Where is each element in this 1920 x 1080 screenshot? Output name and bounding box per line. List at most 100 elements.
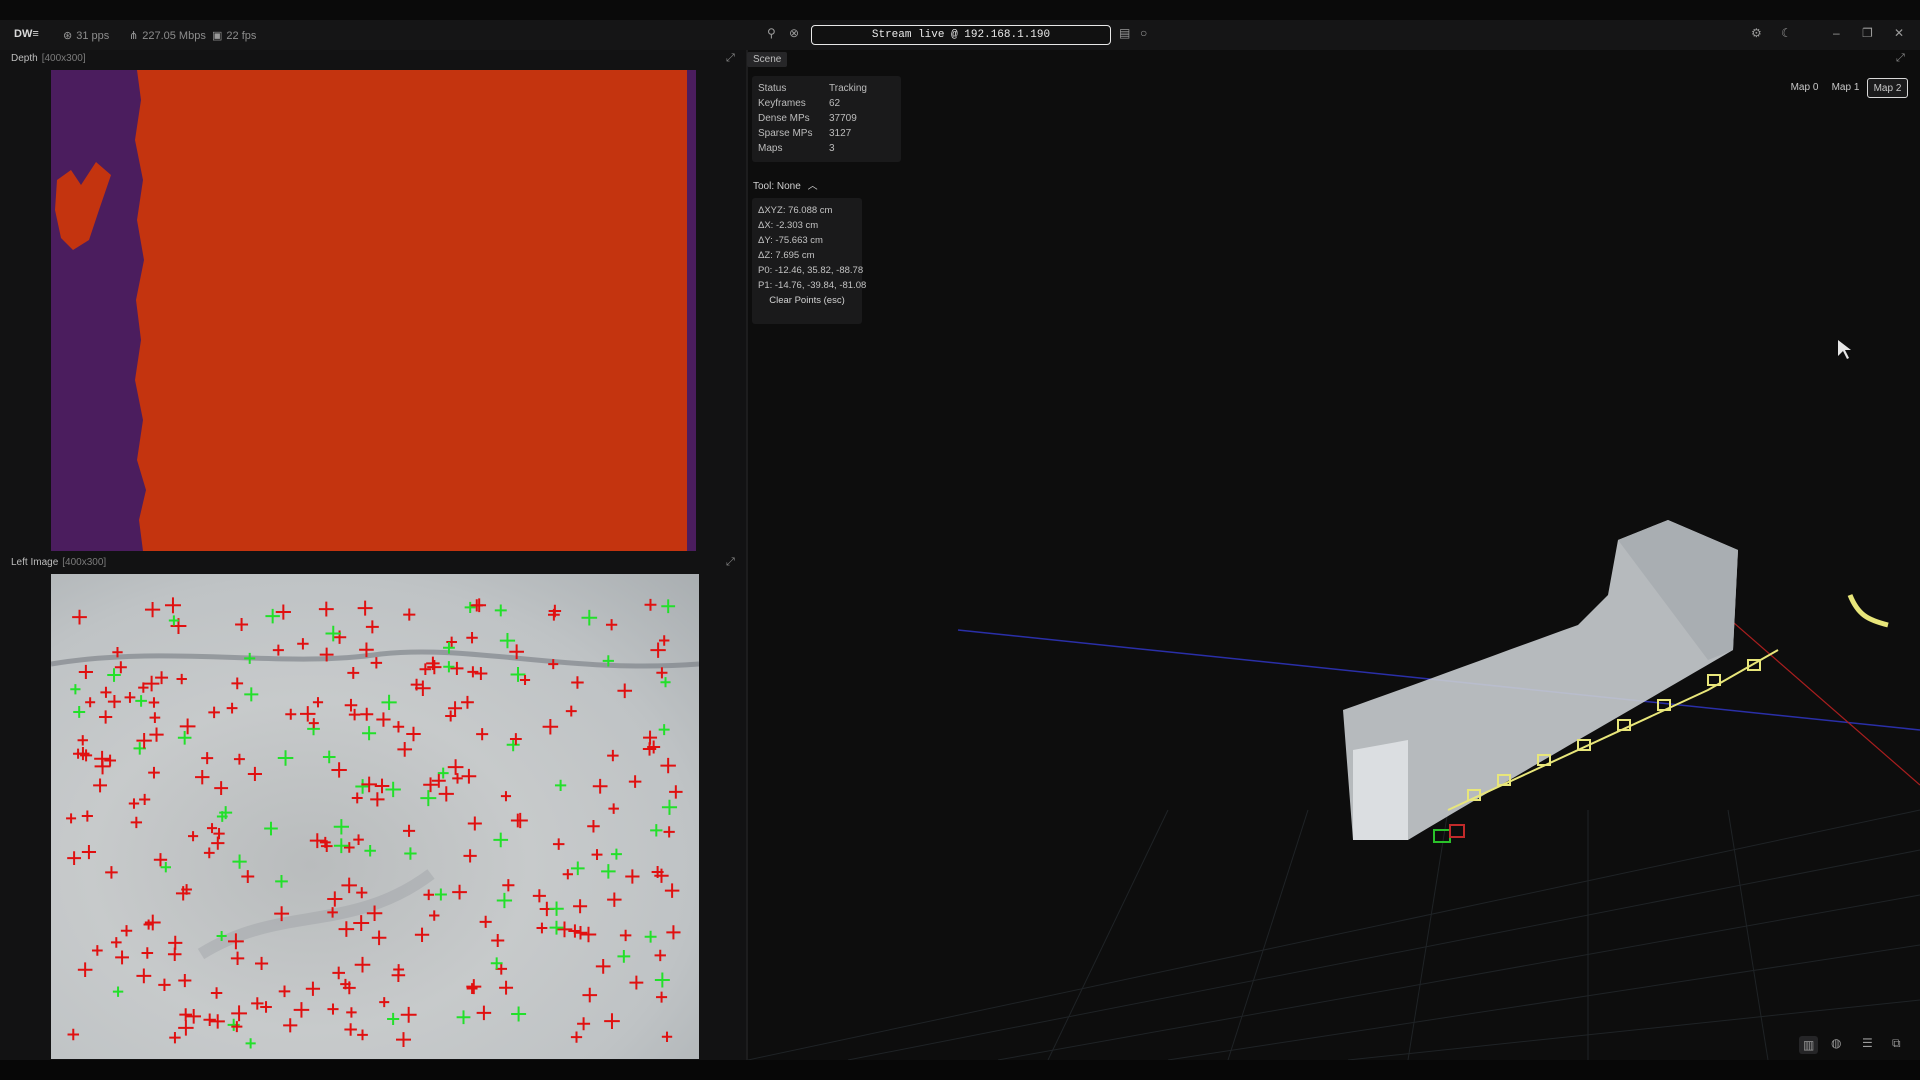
feature-marker — [275, 604, 291, 620]
tab-scene-label: Scene — [753, 54, 782, 65]
feature-marker — [213, 827, 225, 840]
status-label: Status — [758, 83, 787, 94]
camera-icon[interactable]: ⧉ — [1892, 1036, 1901, 1051]
feature-marker — [664, 883, 680, 898]
clear-points-button[interactable]: Clear Points (esc) — [752, 295, 862, 306]
map-view-icon[interactable]: ▥ — [1799, 1036, 1819, 1054]
feature-marker — [278, 985, 291, 998]
feature-marker — [491, 933, 505, 948]
feature-marker — [206, 823, 218, 834]
maps-value: 3 — [829, 143, 835, 154]
feature-marker — [144, 914, 161, 931]
dense-mps-value: 37709 — [829, 113, 857, 124]
feature-marker — [201, 752, 214, 765]
feature-marker — [619, 929, 632, 942]
feature-marker — [580, 926, 597, 943]
feature-marker — [658, 635, 670, 646]
settings-icon[interactable]: ⚙ — [1751, 26, 1762, 40]
stream-address-text: Stream live @ 192.168.1.190 — [871, 29, 1051, 41]
tracked-feature-marker — [610, 848, 622, 860]
feature-marker — [552, 838, 565, 850]
tracked-feature-marker — [420, 790, 437, 807]
layers-icon[interactable]: ☰ — [1862, 1036, 1873, 1050]
feature-marker — [344, 1023, 357, 1036]
status-card: Status Tracking Keyframes 62 Dense MPs 3… — [752, 76, 901, 162]
measurement-card: ΔXYZ: 76.088 cm ΔX: -2.303 cm ΔY: -75.66… — [752, 198, 866, 324]
link-icon[interactable]: ⚲ — [767, 26, 776, 40]
top-toolbar: DW≡ ⊛ 31 pps ⋔ 227.05 Mbps ▣ 22 fps ⚲ ⊗ … — [0, 20, 1920, 50]
tracked-feature-marker — [232, 854, 247, 869]
scene-3d-svg[interactable] — [748, 50, 1920, 1060]
feature-marker — [479, 915, 492, 928]
feature-marker — [402, 824, 416, 837]
delta-z: ΔZ: 7.695 cm — [758, 250, 815, 261]
feature-marker — [148, 697, 160, 708]
feature-marker — [72, 609, 87, 625]
feature-marker — [77, 962, 93, 978]
tool-selector[interactable]: Tool: None ︿ — [753, 177, 818, 192]
feature-marker — [169, 1031, 181, 1044]
delta-x: ΔX: -2.303 cm — [758, 220, 819, 231]
stat-bandwidth: ⋔ 227.05 Mbps — [129, 29, 206, 43]
feature-marker — [423, 889, 435, 901]
tracked-feature-marker — [644, 930, 657, 943]
minimize-icon[interactable]: – — [1833, 26, 1840, 40]
scene-viewport[interactable] — [748, 50, 1920, 1060]
feature-marker — [476, 1005, 492, 1021]
feature-marker — [461, 768, 477, 784]
feature-marker — [587, 819, 600, 833]
map-0-label: Map 0 — [1790, 81, 1819, 93]
feature-marker — [66, 813, 77, 824]
feature-marker — [656, 991, 668, 1003]
tab-scene[interactable]: Scene — [747, 52, 788, 67]
tracked-feature-marker — [404, 847, 417, 860]
stat-pps: ⊛ 31 pps — [63, 29, 109, 43]
feature-marker — [235, 617, 249, 631]
record-icon[interactable]: ○ — [1140, 26, 1147, 40]
close-icon[interactable]: ✕ — [1894, 26, 1904, 40]
feature-marker — [625, 869, 640, 884]
restore-icon[interactable]: ❐ — [1862, 26, 1873, 40]
disconnect-icon[interactable]: ⊗ — [789, 26, 799, 40]
feature-marker — [144, 602, 161, 618]
feature-marker — [466, 631, 478, 644]
feature-marker — [474, 667, 488, 680]
feature-marker — [115, 950, 129, 965]
tracked-feature-marker — [661, 599, 676, 614]
map-0-button[interactable]: Map 0 — [1786, 78, 1823, 96]
depth-panel-size: [400x300] — [41, 53, 86, 64]
depth-map-svg — [51, 70, 696, 551]
feature-marker — [178, 973, 192, 988]
map-1-button[interactable]: Map 1 — [1827, 78, 1864, 96]
feature-marker — [308, 718, 319, 729]
left-image-panel-size: [400x300] — [62, 557, 107, 568]
chevron-up-icon: ︿ — [807, 181, 818, 192]
left-image-panel-title: Left Image — [11, 557, 59, 568]
feature-marker — [338, 921, 355, 937]
feature-marker — [403, 608, 416, 621]
tracked-feature-marker — [617, 949, 631, 963]
delta-y: ΔY: -75.663 cm — [758, 235, 823, 246]
depth-image — [51, 70, 696, 551]
save-icon[interactable]: ▤ — [1119, 26, 1130, 40]
stream-address-field[interactable]: Stream live @ 192.168.1.190 — [811, 25, 1111, 45]
map-2-button[interactable]: Map 2 — [1867, 78, 1908, 98]
left-image-panel-header: Left Image [400x300] — [11, 557, 106, 568]
feature-marker — [354, 956, 371, 973]
keyframes-label: Keyframes — [758, 98, 806, 109]
expand-icon[interactable]: ⤢ — [726, 556, 735, 569]
tracked-feature-marker — [245, 1038, 256, 1049]
feature-marker — [357, 1029, 368, 1041]
tracked-feature-marker — [499, 632, 516, 649]
feature-marker — [565, 705, 577, 717]
feature-marker — [356, 887, 368, 899]
tracked-feature-marker — [464, 601, 476, 613]
feature-marker — [502, 879, 515, 892]
feature-marker — [230, 951, 245, 966]
feature-marker — [149, 712, 161, 724]
expand-icon[interactable]: ⤢ — [726, 52, 735, 65]
expand-icon[interactable]: ⤢ — [1896, 52, 1905, 65]
feature-marker — [429, 910, 440, 921]
palette-icon[interactable]: ◍ — [1831, 1036, 1841, 1050]
theme-moon-icon[interactable]: ☾ — [1781, 26, 1792, 40]
